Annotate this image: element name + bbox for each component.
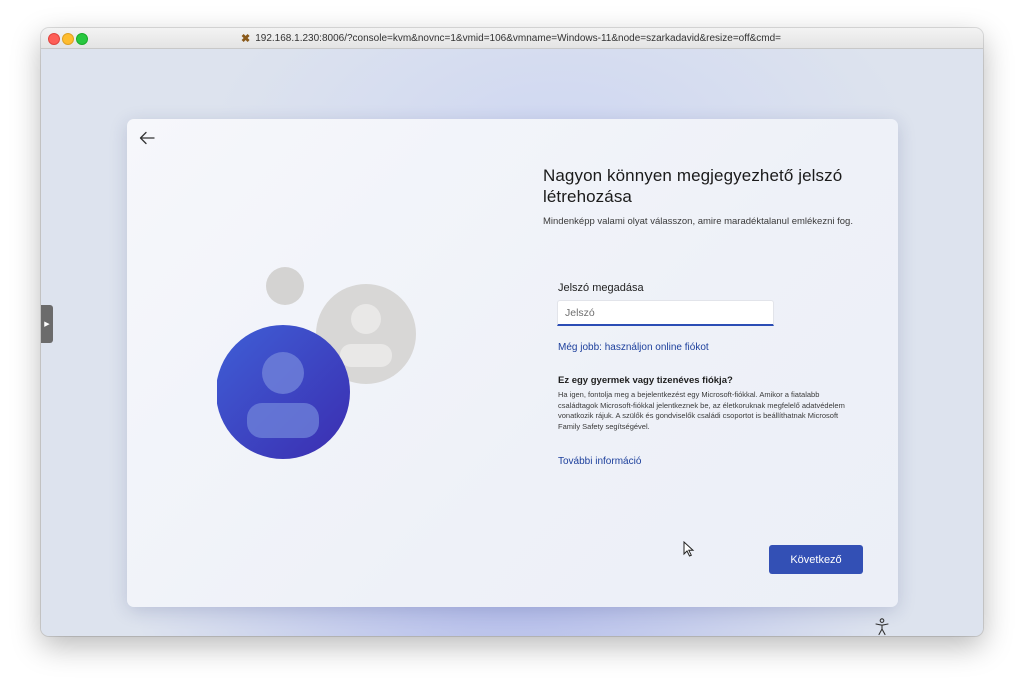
- child-account-description: Ha igen, fontolja meg a bejelentkezést e…: [558, 390, 845, 431]
- dialog-content: Nagyon könnyen megjegyezhető jelszó létr…: [543, 165, 863, 229]
- window-minimize-button[interactable]: [62, 33, 74, 45]
- mouse-pointer-icon: [683, 541, 695, 557]
- accessibility-icon[interactable]: [874, 618, 890, 636]
- password-field-label: Jelszó megadása: [558, 282, 644, 294]
- back-arrow-icon: [139, 131, 155, 145]
- oobe-dialog: Nagyon könnyen megjegyezhető jelszó létr…: [127, 119, 898, 607]
- next-button[interactable]: Következő: [769, 545, 863, 574]
- browser-titlebar: ✖ 192.168.1.230:8006/?console=kvm&novnc=…: [41, 28, 983, 49]
- password-input[interactable]: [557, 300, 774, 326]
- proxmox-icon: ✖: [241, 32, 251, 45]
- back-button[interactable]: [137, 128, 157, 148]
- small-grey-circle: [266, 267, 304, 305]
- vm-desktop: ▶ Nagyon könnyen megjegyezhető jelszó lé…: [41, 49, 983, 636]
- page-title: Nagyon könnyen megjegyezhető jelszó létr…: [543, 166, 843, 206]
- page-subtitle: Mindenképp valami olyat válasszon, amire…: [543, 216, 853, 227]
- address-bar[interactable]: ✖ 192.168.1.230:8006/?console=kvm&novnc=…: [241, 31, 781, 45]
- more-info-link[interactable]: További információ: [558, 456, 641, 467]
- online-account-link[interactable]: Még jobb: használjon online fiókot: [558, 342, 709, 353]
- novnc-control-handle[interactable]: ▶: [41, 305, 53, 343]
- window-close-button[interactable]: [48, 33, 60, 45]
- user-avatars-illustration: [217, 267, 416, 459]
- child-account-heading: Ez egy gyermek vagy tizenéves fiókja?: [558, 375, 733, 386]
- browser-window: ✖ 192.168.1.230:8006/?console=kvm&novnc=…: [41, 28, 983, 636]
- front-user-avatar: [217, 325, 350, 459]
- window-maximize-button[interactable]: [76, 33, 88, 45]
- url-text: 192.168.1.230:8006/?console=kvm&novnc=1&…: [255, 32, 782, 44]
- chevron-right-icon: ▶: [44, 321, 50, 328]
